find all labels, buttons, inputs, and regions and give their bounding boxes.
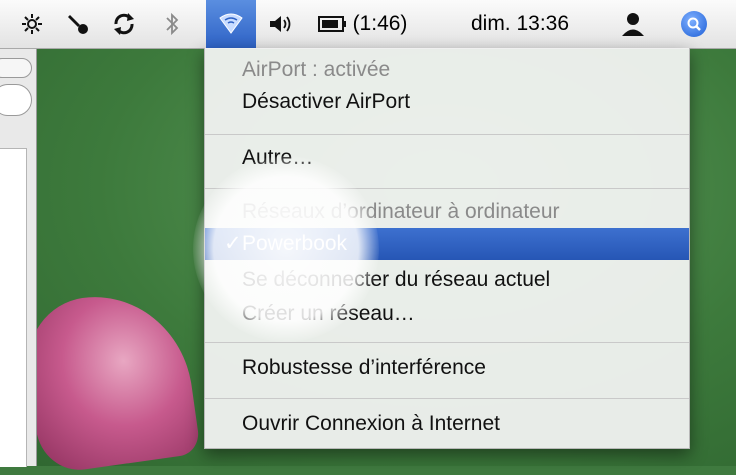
sync-icon[interactable]: [107, 0, 141, 48]
user-icon[interactable]: [616, 0, 650, 48]
volume-icon[interactable]: [265, 0, 297, 48]
window-toolbar-pill: [0, 58, 32, 78]
finder-window-fragment: [0, 48, 37, 467]
open-internet-connect-item[interactable]: Ouvrir Connexion à Internet: [205, 408, 689, 440]
menu-separator: [205, 398, 689, 399]
network-name: Powerbook: [242, 232, 348, 255]
other-network-item[interactable]: Autre…: [205, 142, 689, 174]
disconnect-network-item[interactable]: Se déconnecter du réseau actuel: [205, 264, 689, 296]
interference-robustness-item[interactable]: Robustesse d’interférence: [205, 352, 689, 384]
menu-separator: [205, 188, 689, 189]
menu-separator: [205, 342, 689, 343]
window-toolbar-button[interactable]: [0, 84, 32, 116]
menu-separator: [205, 134, 689, 135]
battery-icon[interactable]: [316, 0, 350, 48]
spotlight-button[interactable]: [678, 0, 710, 48]
checkmark-icon: ✓: [224, 232, 242, 255]
adhoc-networks-header: Réseaux d’ordinateur à ordinateur: [242, 200, 560, 223]
bluetooth-icon[interactable]: [158, 0, 186, 48]
clock[interactable]: dim. 13:36: [452, 0, 588, 48]
spotlight-icon: [681, 11, 707, 37]
network-item-powerbook[interactable]: ✓ Powerbook: [205, 228, 689, 260]
airport-status: AirPort : activée: [242, 58, 391, 81]
disable-airport-item[interactable]: Désactiver AirPort: [205, 86, 689, 118]
create-network-item[interactable]: Créer un réseau…: [205, 298, 689, 330]
battery-time[interactable]: (1:46): [350, 0, 410, 48]
wrench-icon[interactable]: [62, 0, 94, 48]
airport-icon[interactable]: [206, 0, 256, 48]
sun-icon[interactable]: [16, 0, 48, 48]
airport-menu: AirPort : activée Désactiver AirPort Aut…: [204, 48, 690, 449]
window-content-area: [0, 148, 27, 467]
menu-bar: (1:46) dim. 13:36: [0, 0, 736, 49]
